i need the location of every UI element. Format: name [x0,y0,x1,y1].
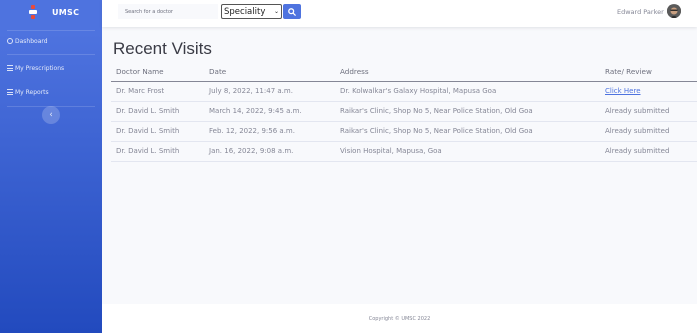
sidebar-item-prescriptions[interactable]: My Prescriptions [0,60,102,76]
avatar-image [667,5,681,18]
sidebar-item-label: Dashboard [15,37,48,45]
avatar[interactable] [667,4,681,18]
dashboard-icon [7,38,13,44]
topbar: Speciality ⌄ Edward Parker [102,0,697,27]
user-name[interactable]: Edward Parker [617,8,664,16]
column-header-review: Rate/ Review [600,62,697,82]
copyright-text: Copyright © UMSC 2022 [368,315,431,322]
sidebar: UMSC Dashboard My Prescriptions My Repor… [0,0,102,333]
column-header-date: Date [204,62,335,82]
cell-doctor: Dr. David L. Smith [111,121,204,142]
sidebar-item-dashboard[interactable]: Dashboard [0,33,102,49]
cell-address: Raikar's Clinic, Shop No 5, Near Police … [335,101,600,122]
sidebar-divider [7,54,95,55]
cell-date: Jan. 16, 2022, 9:08 a.m. [204,141,335,162]
cell-date: Feb. 12, 2022, 9:56 a.m. [204,121,335,142]
list-icon [7,89,13,95]
cell-review-status: Already submitted [600,121,697,142]
search-input[interactable] [118,4,218,19]
sidebar-toggle-button[interactable]: ‹ [42,106,60,124]
cell-doctor: Dr. David L. Smith [111,101,204,122]
footer: Copyright © UMSC 2022 [102,304,697,333]
search-icon [288,7,296,16]
cell-address: Dr. Kolwalkar's Galaxy Hospital, Mapusa … [335,81,600,102]
cell-doctor: Dr. David L. Smith [111,141,204,162]
chevron-left-icon: ‹ [49,110,53,120]
sidebar-divider [7,30,95,31]
review-link[interactable]: Click Here [605,87,641,95]
speciality-select-value: Speciality [224,6,266,17]
sidebar-item-label: My Reports [15,88,49,96]
table-header-row: Doctor Name Date Address Rate/ Review [111,62,697,82]
table-row: Dr. David L. Smith March 14, 2022, 9:45 … [111,101,697,122]
table-row: Dr. David L. Smith Feb. 12, 2022, 9:56 a… [111,121,697,142]
chevron-down-icon: ⌄ [273,8,279,15]
column-header-doctor: Doctor Name [111,62,204,82]
table-row: Dr. David L. Smith Jan. 16, 2022, 9:08 a… [111,141,697,162]
table-row: Dr. Marc Frost July 8, 2022, 11:47 a.m. … [111,81,697,102]
speciality-select[interactable]: Speciality ⌄ [221,4,282,19]
cell-address: Raikar's Clinic, Shop No 5, Near Police … [335,121,600,142]
cell-review: Click Here [600,81,697,102]
cell-review-status: Already submitted [600,141,697,162]
brand-logo-icon [28,4,38,20]
list-icon [7,65,13,71]
brand-name: UMSC [52,7,80,17]
brand[interactable]: UMSC [0,0,102,24]
column-header-address: Address [335,62,600,82]
sidebar-item-reports[interactable]: My Reports [0,84,102,100]
cell-address: Vision Hospital, Mapusa, Goa [335,141,600,162]
recent-visits-table: Doctor Name Date Address Rate/ Review Dr… [111,62,697,162]
cell-review-status: Already submitted [600,101,697,122]
search-button[interactable] [283,4,301,19]
cell-date: March 14, 2022, 9:45 a.m. [204,101,335,122]
cell-doctor: Dr. Marc Frost [111,81,204,102]
sidebar-item-label: My Prescriptions [15,64,65,72]
page-title: Recent Visits [113,39,212,58]
cell-date: July 8, 2022, 11:47 a.m. [204,81,335,102]
